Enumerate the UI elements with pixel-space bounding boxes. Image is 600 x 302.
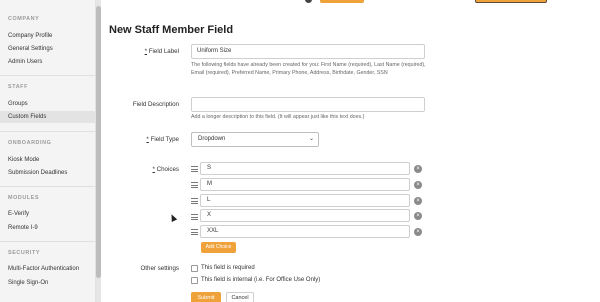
remove-circle-icon[interactable]: ×	[414, 197, 422, 205]
remove-circle-icon[interactable]: ×	[414, 165, 422, 173]
page-title: New Staff Member Field	[109, 24, 234, 36]
chevron-down-icon: ⌄	[308, 136, 314, 142]
header-avatar[interactable]	[305, 0, 312, 3]
field-label-input[interactable]: Uniform Size	[191, 44, 425, 59]
sidebar-divider	[0, 75, 96, 76]
sidebar-item-single-sign-on[interactable]: Single Sign-On	[0, 277, 96, 289]
field-type-select[interactable]: Dropdown ⌄	[191, 132, 319, 147]
choice-input[interactable]: S	[200, 162, 410, 175]
sidebar-section-staff: STAFF	[8, 84, 28, 90]
choice-input[interactable]: X	[200, 209, 410, 222]
choice-input[interactable]: XXL	[200, 225, 410, 238]
sidebar-scrollbar-thumb[interactable]	[96, 6, 101, 278]
internal-checkbox-label[interactable]: This field is internal (i.e. For Office …	[201, 277, 320, 283]
drag-handle-icon[interactable]	[191, 198, 198, 204]
sidebar-item-general-settings[interactable]: General Settings	[0, 43, 96, 55]
settings-sidebar: COMPANY Company Profile General Settings…	[0, 0, 96, 302]
sidebar-divider	[0, 131, 96, 132]
choices-text: Choices	[154, 166, 179, 173]
field-description-help: Add a longer description to this field. …	[191, 114, 365, 120]
sidebar-item-admin-users[interactable]: Admin Users	[0, 56, 96, 68]
sidebar-item-multi-factor-authentication[interactable]: Multi-Factor Authentication	[0, 263, 96, 275]
drag-handle-icon[interactable]	[191, 182, 198, 188]
sidebar-section-modules: MODULES	[8, 195, 40, 201]
choice-input[interactable]: M	[200, 178, 410, 191]
cancel-button[interactable]: Cancel	[226, 292, 254, 302]
internal-checkbox[interactable]	[191, 277, 198, 284]
submit-button[interactable]: Submit	[191, 292, 221, 302]
choice-input[interactable]: L	[200, 194, 410, 207]
sidebar-item-e-verify[interactable]: E-Verify	[0, 208, 96, 220]
field-description-input[interactable]	[191, 97, 425, 112]
field-label-text: Field Label	[147, 48, 179, 55]
sidebar-divider	[0, 241, 96, 242]
drag-handle-icon[interactable]	[191, 166, 198, 172]
drag-handle-icon[interactable]	[191, 214, 198, 220]
field-type-value: Dropdown	[198, 136, 226, 142]
sidebar-item-groups[interactable]: Groups	[0, 98, 96, 110]
remove-circle-icon[interactable]: ×	[414, 212, 422, 220]
header-action-button[interactable]	[475, 0, 547, 3]
field-type-label: * Field Type	[109, 136, 179, 143]
sidebar-item-submission-deadlines[interactable]: Submission Deadlines	[0, 167, 96, 179]
mouse-cursor-icon	[168, 213, 178, 222]
sidebar-section-company: COMPANY	[8, 16, 40, 22]
field-label-label: * Field Label	[109, 48, 179, 55]
remove-circle-icon[interactable]: ×	[414, 228, 422, 236]
drag-handle-icon[interactable]	[191, 229, 198, 235]
field-description-label: Field Description	[132, 101, 179, 108]
required-checkbox-label[interactable]: This field is required	[201, 265, 255, 271]
sidebar-section-security: SECURITY	[8, 250, 41, 256]
choices-label: * Choices	[109, 166, 180, 173]
field-type-text: Field Type	[148, 136, 179, 143]
sidebar-item-kiosk-mode[interactable]: Kiosk Mode	[0, 154, 96, 166]
header-button[interactable]	[320, 0, 364, 3]
sidebar-item-remote-i9[interactable]: Remote I-9	[0, 222, 96, 234]
other-settings-label: Other settings	[140, 265, 179, 272]
required-checkbox[interactable]	[191, 265, 198, 272]
sidebar-item-custom-fields[interactable]: Custom Fields	[0, 111, 96, 123]
sidebar-item-company-profile[interactable]: Company Profile	[0, 30, 96, 42]
sidebar-divider	[0, 186, 96, 187]
add-choice-button[interactable]: Add Choice	[201, 242, 236, 253]
remove-circle-icon[interactable]: ×	[414, 181, 422, 189]
sidebar-section-onboarding: ONBOARDING	[8, 140, 52, 146]
field-label-help: The following fields have already been c…	[191, 62, 426, 76]
